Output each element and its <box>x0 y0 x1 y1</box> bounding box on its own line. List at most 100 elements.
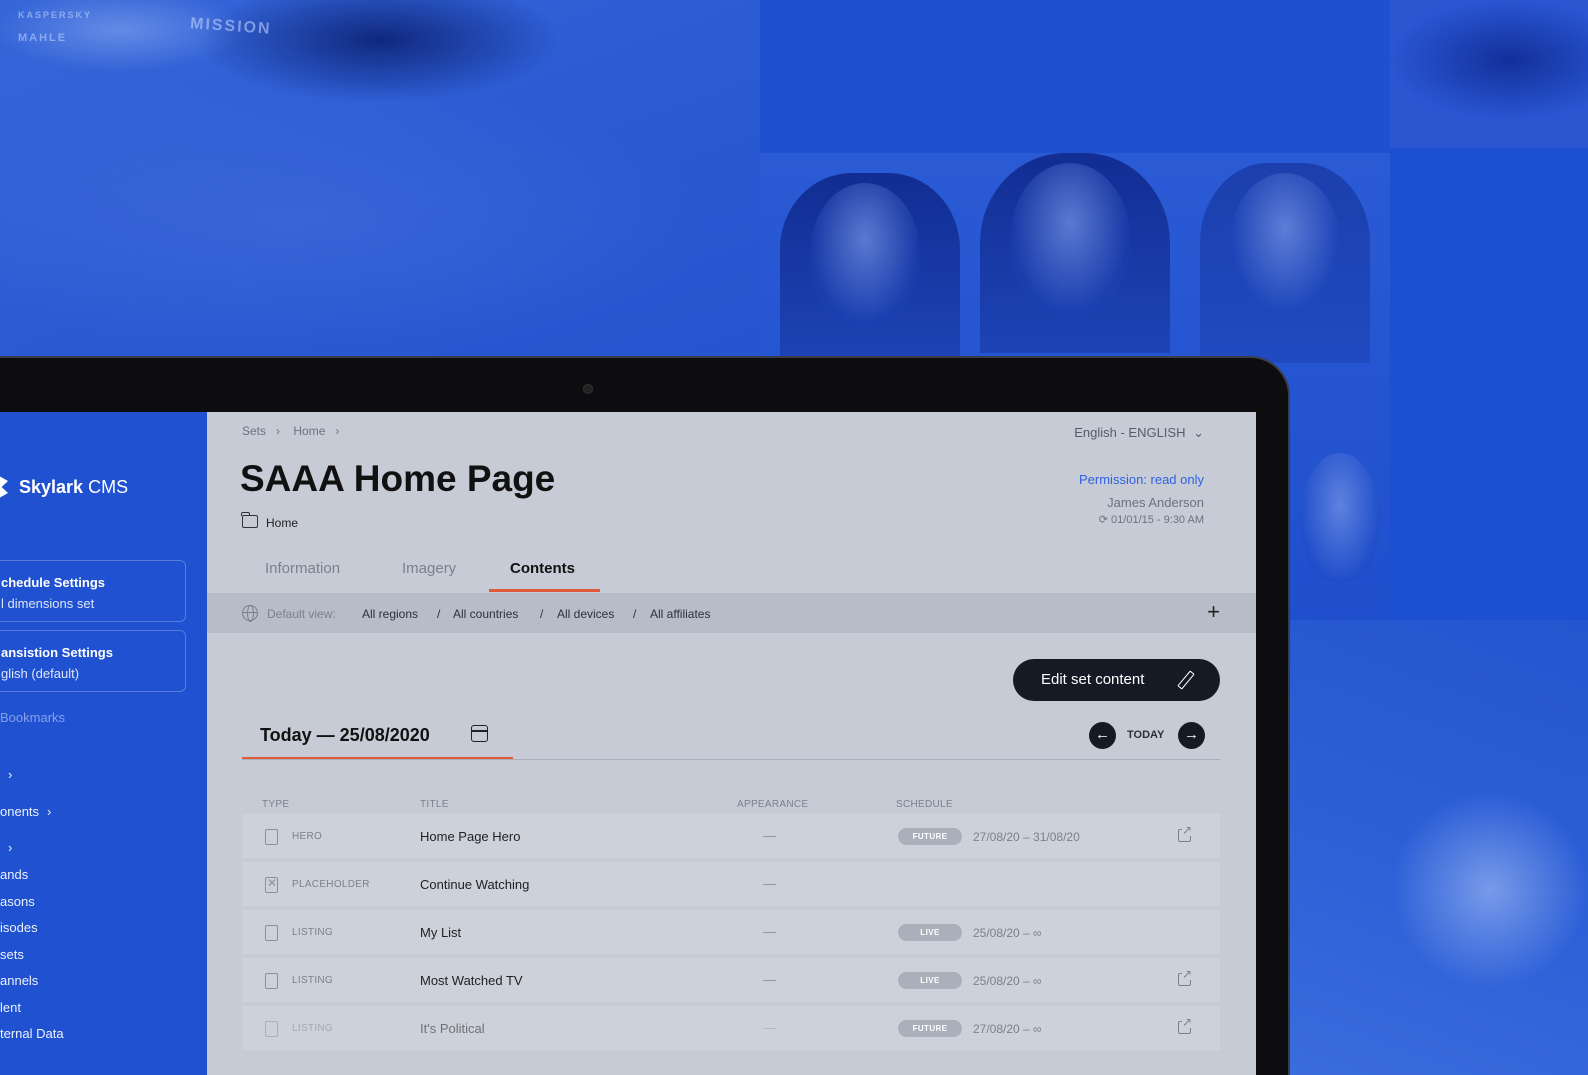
document-icon <box>265 973 278 989</box>
sidebar-item-label: onents <box>0 804 40 819</box>
brand-suffix: CMS <box>88 477 129 497</box>
filter-devices[interactable]: All devices <box>557 607 614 621</box>
breadcrumb: Sets › Home › <box>242 424 349 438</box>
row-title[interactable]: Continue Watching <box>420 877 529 892</box>
column-header-type[interactable]: TYPE <box>262 799 289 810</box>
status-badge: FUTURE <box>898 1020 962 1037</box>
chevron-right-icon: › <box>8 840 13 855</box>
row-type: LISTING <box>292 1023 333 1034</box>
last-modified-user: James Anderson <box>1107 495 1204 510</box>
column-header-title[interactable]: TITLE <box>420 799 449 810</box>
sidebar-item-brands[interactable]: ands <box>0 867 28 882</box>
row-type: HERO <box>292 831 323 842</box>
external-link-icon[interactable] <box>1178 824 1193 842</box>
today-button[interactable]: TODAY <box>1127 729 1164 741</box>
filter-countries[interactable]: All countries <box>453 607 518 621</box>
sidebar-item-seasons[interactable]: asons <box>0 894 35 909</box>
column-header-schedule[interactable]: SCHEDULE <box>896 799 953 810</box>
status-badge: FUTURE <box>898 828 962 845</box>
background-photo-bottom <box>1290 620 1588 1075</box>
add-icon[interactable]: + <box>1207 599 1220 625</box>
language-select[interactable]: English - ENGLISH ⌄ <box>1074 425 1204 441</box>
row-schedule: 27/08/20 – 31/08/20 <box>973 830 1080 844</box>
filter-separator: / <box>540 607 544 621</box>
row-title[interactable]: It's Political <box>420 1021 485 1036</box>
tab-imagery[interactable]: Imagery <box>402 560 456 577</box>
row-schedule: 25/08/20 – ∞ <box>973 926 1042 940</box>
external-link-icon[interactable] <box>1178 1016 1193 1034</box>
table-row[interactable]: ✕ PLACEHOLDER Continue Watching — <box>242 862 1220 908</box>
sidebar-item-episodes[interactable]: isodes <box>0 920 38 935</box>
sidebar-item-external-data[interactable]: ternal Data <box>0 1026 64 1041</box>
sidebar-item-talent[interactable]: lent <box>0 1000 21 1015</box>
schedule-settings-value: l dimensions set <box>1 596 95 611</box>
column-header-appearance[interactable]: APPEARANCE <box>737 799 808 810</box>
row-appearance: — <box>763 876 776 891</box>
schedule-settings-card[interactable]: chedule Settings l dimensions set <box>0 560 186 622</box>
bookmarks-link[interactable]: Bookmarks <box>0 710 65 725</box>
background-photo-corner <box>1390 0 1588 148</box>
app-logo[interactable]: Skylark CMS <box>19 477 128 498</box>
chevron-right-icon: › <box>8 767 13 782</box>
transition-settings-card[interactable]: ansistion Settings glish (default) <box>0 630 186 692</box>
filter-regions[interactable]: All regions <box>362 607 418 621</box>
permission-status: Permission: read only <box>1079 472 1204 487</box>
refresh-icon: ⟳ <box>1098 514 1108 526</box>
filter-separator: / <box>437 607 441 621</box>
date-heading: Today — 25/08/2020 <box>260 725 430 745</box>
chevron-right-icon: › <box>276 424 281 438</box>
schedule-settings-title: chedule Settings <box>1 575 106 590</box>
status-badge: LIVE <box>898 972 962 989</box>
folder-label[interactable]: Home <box>266 516 298 530</box>
pencil-icon <box>1177 670 1195 690</box>
sidebar-item[interactable]: › <box>0 840 12 855</box>
transition-settings-value: glish (default) <box>1 666 80 681</box>
hero-icon <box>265 829 278 845</box>
breadcrumb-item-home[interactable]: Home <box>293 424 325 438</box>
row-title[interactable]: Home Page Hero <box>420 829 520 844</box>
document-icon <box>265 925 278 941</box>
sidebar: Skylark CMS chedule Settings l dimension… <box>0 412 207 1075</box>
sidebar-item[interactable]: › <box>0 767 12 782</box>
chevron-right-icon: › <box>335 424 340 438</box>
arrow-right-icon: → <box>1184 726 1199 743</box>
table-row[interactable]: LISTING Most Watched TV — LIVE 25/08/20 … <box>242 958 1220 1004</box>
breadcrumb-item-sets[interactable]: Sets <box>242 424 266 438</box>
document-icon <box>265 1021 278 1037</box>
sidebar-item-components[interactable]: onents › <box>0 804 51 819</box>
tab-information[interactable]: Information <box>265 560 340 577</box>
row-type: LISTING <box>292 975 333 986</box>
row-appearance: — <box>763 828 776 843</box>
page-title: SAAA Home Page <box>240 458 556 499</box>
divider <box>242 759 1220 760</box>
table-row[interactable]: HERO Home Page Hero — FUTURE 27/08/20 – … <box>242 814 1220 860</box>
row-schedule: 27/08/20 – ∞ <box>973 1022 1042 1036</box>
row-appearance: — <box>763 1020 776 1035</box>
table-row[interactable]: LISTING My List — LIVE 25/08/20 – ∞ <box>242 910 1220 956</box>
row-appearance: — <box>763 924 776 939</box>
row-appearance: — <box>763 972 776 987</box>
previous-day-button[interactable]: ← <box>1089 722 1116 749</box>
filter-affiliates[interactable]: All affiliates <box>650 607 710 621</box>
status-badge: LIVE <box>898 924 962 941</box>
table-row[interactable]: LISTING It's Political — FUTURE 27/08/20… <box>242 1006 1220 1052</box>
background-blue-block <box>760 0 1390 153</box>
last-modified-date: ⟳ 01/01/15 - 9:30 AM <box>1099 513 1204 526</box>
sidebar-item-assets[interactable]: sets <box>0 947 24 962</box>
external-link-icon[interactable] <box>1178 968 1193 986</box>
row-title[interactable]: Most Watched TV <box>420 973 523 988</box>
sidebar-item-channels[interactable]: annels <box>0 973 38 988</box>
background-car-photo: MISSION KASPERSKY MAHLE <box>0 0 760 360</box>
next-day-button[interactable]: → <box>1178 722 1205 749</box>
placeholder-icon: ✕ <box>265 876 278 893</box>
tab-contents[interactable]: Contents <box>510 560 575 577</box>
last-modified-date-value: 01/01/15 - 9:30 AM <box>1111 514 1204 526</box>
car-livery-text: MISSION <box>189 15 273 38</box>
folder-icon <box>241 512 258 528</box>
edit-set-content-button[interactable]: Edit set content <box>1013 659 1220 701</box>
car-livery-text: KASPERSKY <box>18 10 93 20</box>
row-type: PLACEHOLDER <box>292 879 370 890</box>
row-title[interactable]: My List <box>420 925 461 940</box>
calendar-icon[interactable] <box>471 725 488 742</box>
cms-screen: Skylark CMS chedule Settings l dimension… <box>0 412 1256 1075</box>
